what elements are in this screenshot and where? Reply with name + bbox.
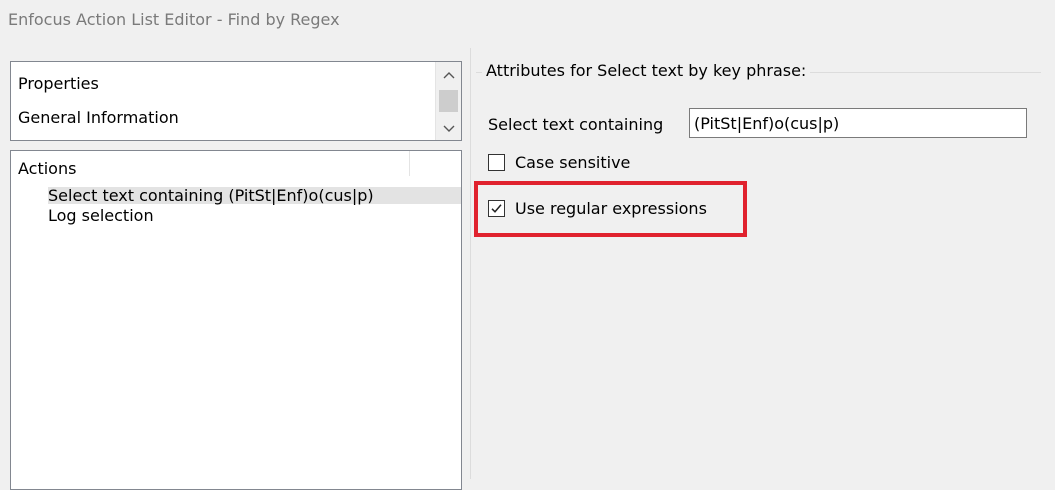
- select-text-input[interactable]: [689, 108, 1027, 138]
- scroll-thumb[interactable]: [439, 90, 458, 112]
- list-item-properties[interactable]: Properties: [18, 74, 99, 93]
- attributes-group-title: Attributes for Select text by key phrase…: [482, 61, 811, 80]
- case-sensitive-checkbox-row[interactable]: Case sensitive: [488, 153, 630, 172]
- list-item-general-information[interactable]: General Information: [18, 108, 179, 127]
- properties-scrollbar[interactable]: [435, 62, 461, 140]
- case-sensitive-checkbox[interactable]: [488, 154, 505, 171]
- tree-item-select-text[interactable]: Select text containing (PitSt|Enf)o(cus|…: [48, 187, 461, 204]
- tree-item-log-selection[interactable]: Log selection: [48, 207, 158, 224]
- tree-root-actions[interactable]: Actions: [18, 159, 76, 178]
- highlight-box: [474, 181, 747, 237]
- window-title: Enfocus Action List Editor - Find by Reg…: [8, 10, 340, 29]
- chevron-up-icon[interactable]: [436, 64, 461, 86]
- pane-splitter[interactable]: [470, 48, 471, 479]
- chevron-down-icon[interactable]: [436, 118, 461, 140]
- actions-tree[interactable]: Actions Select text containing (PitSt|En…: [10, 150, 462, 490]
- case-sensitive-label: Case sensitive: [515, 153, 631, 172]
- properties-list[interactable]: Properties General Information: [10, 61, 462, 141]
- column-divider: [409, 151, 410, 176]
- select-text-label: Select text containing: [488, 115, 664, 134]
